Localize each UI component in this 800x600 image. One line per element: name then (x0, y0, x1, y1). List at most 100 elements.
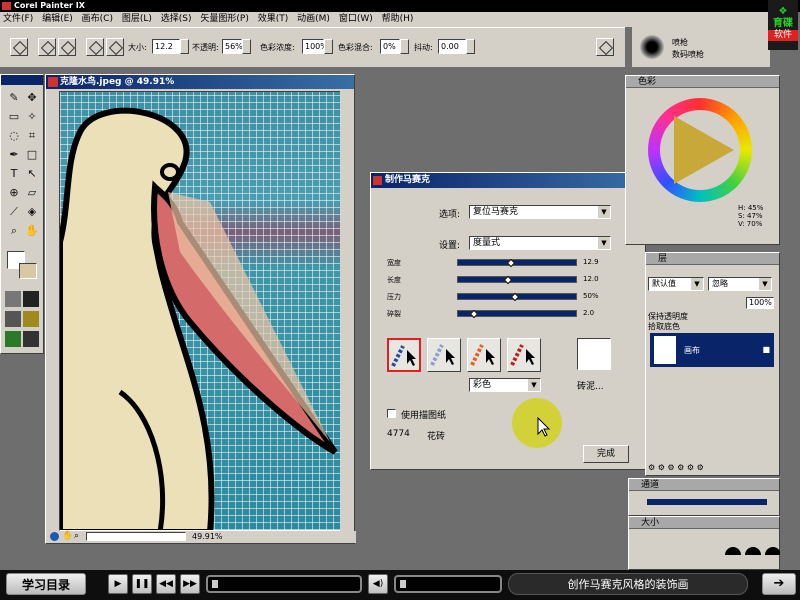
dropper-icon[interactable]: ⟋ (5, 203, 23, 221)
use-tracing-checkbox[interactable] (387, 409, 396, 418)
menu-window[interactable]: 窗口(W) (336, 12, 376, 27)
size-spinner[interactable] (180, 39, 189, 54)
layer-row[interactable]: 画布 ■ (650, 333, 774, 367)
lock-icon[interactable]: ■ (762, 345, 770, 354)
composite-method-select[interactable]: 默认值 ▼ (648, 277, 704, 291)
lasso-icon[interactable]: ◌ (5, 127, 23, 145)
jitter-field[interactable]: 0.00 (438, 39, 466, 54)
options-select[interactable]: 复位马赛克 ▼ (469, 205, 611, 219)
eraser-icon[interactable]: ▱ (23, 184, 41, 202)
next-lesson-button[interactable]: ➔ (762, 573, 796, 595)
change-color-button[interactable] (467, 338, 501, 372)
channels-panel-title[interactable]: 通道 (629, 479, 779, 491)
pause-icon[interactable]: ❚❚ (132, 574, 152, 594)
zoom-slider[interactable] (86, 532, 186, 541)
document-vscroll[interactable] (340, 91, 352, 531)
layers-panel-title[interactable]: 层 (646, 253, 779, 265)
menu-help[interactable]: 帮助(H) (379, 12, 417, 27)
shape-icon[interactable]: □ (23, 146, 41, 164)
rewind-icon[interactable]: ◀◀ (156, 574, 176, 594)
apply-tiles-button[interactable] (387, 338, 421, 372)
paper-selector-icon[interactable] (5, 291, 21, 307)
size-field[interactable]: 12.2 (152, 39, 180, 54)
pressure-slider[interactable] (457, 292, 577, 302)
brush-selector[interactable]: 喷枪 数码喷枪 (632, 27, 770, 67)
done-button[interactable]: 完成 (583, 445, 629, 463)
menu-movie[interactable]: 动画(M) (294, 12, 333, 27)
weaving-selector-icon[interactable] (23, 311, 39, 327)
menu-select[interactable]: 选择(S) (158, 12, 195, 27)
grabber-icon[interactable]: ✋ (23, 222, 41, 240)
grout-color-preview[interactable] (577, 338, 611, 370)
slider-knob[interactable] (470, 309, 479, 319)
fast-forward-icon[interactable]: ▶▶ (180, 574, 200, 594)
slider-knob[interactable] (503, 275, 513, 285)
size-panel-title[interactable]: 大小 (629, 517, 779, 529)
settings-select[interactable]: 度量式 ▼ (469, 236, 611, 250)
text-icon[interactable]: T (5, 165, 23, 183)
slider-knob[interactable] (510, 292, 519, 302)
rect-select-icon[interactable]: ▭ (5, 108, 23, 126)
color-mode-select[interactable]: 彩色 ▼ (469, 378, 541, 392)
magnifier-icon[interactable]: ⌕ (5, 222, 23, 240)
opacity-spinner[interactable] (242, 39, 251, 54)
menu-effects[interactable]: 效果(T) (255, 12, 292, 27)
additional-color-swatch[interactable] (19, 263, 37, 279)
layer-command-icon[interactable]: ⚙ ⚙ ⚙ ⚙ ⚙ ⚙ (648, 463, 704, 472)
layer-opacity-field[interactable]: 100% (746, 297, 774, 309)
brush-profile-icon[interactable] (765, 547, 781, 555)
brush-method-icon[interactable] (58, 38, 76, 56)
brush-tool-icon[interactable] (10, 38, 28, 56)
gradient-selector-icon[interactable] (23, 291, 39, 307)
navigator-icon[interactable] (50, 532, 59, 541)
cloner-icon[interactable]: ⊕ (5, 184, 23, 202)
select-tiles-button[interactable] (507, 338, 541, 372)
menu-canvas[interactable]: 画布(C) (79, 12, 116, 27)
menu-file[interactable]: 文件(F) (0, 12, 36, 27)
resat-spinner[interactable] (324, 39, 333, 54)
shape-select-icon[interactable]: ↖ (23, 165, 41, 183)
grabber-small-icon[interactable]: ✋ (62, 531, 73, 541)
remove-tiles-button[interactable] (427, 338, 461, 372)
canvas[interactable] (59, 91, 341, 531)
pick-up-color-label[interactable]: 拾取底色 (648, 321, 680, 332)
color-panel-title[interactable]: 色彩 (626, 76, 779, 88)
brush-profile-icon[interactable] (745, 547, 761, 555)
jitter-spinner[interactable] (466, 39, 475, 54)
saturation-triangle[interactable] (674, 116, 734, 184)
paint-bucket-icon[interactable]: ◈ (23, 203, 41, 221)
brush-profile-icon[interactable] (725, 547, 741, 555)
slider-knob[interactable] (507, 258, 516, 268)
stroke-type-2-icon[interactable] (106, 38, 124, 56)
composite-depth-select[interactable]: 忽略 ▼ (708, 277, 772, 291)
brush-icon[interactable]: ✎ (5, 89, 23, 107)
pattern-selector-icon[interactable] (5, 311, 21, 327)
volume-thumb[interactable] (400, 580, 406, 588)
bleed-field[interactable]: 0% (380, 39, 400, 54)
play-icon[interactable]: ▶ (108, 574, 128, 594)
opacity-field[interactable]: 56% (222, 39, 243, 54)
grout-slider[interactable] (457, 309, 577, 319)
bleed-spinner[interactable] (400, 39, 409, 54)
pen-icon[interactable]: ✒ (5, 146, 23, 164)
brush-selector-icon[interactable] (596, 38, 614, 56)
channel-row[interactable] (647, 499, 767, 505)
menu-layers[interactable]: 图层(L) (119, 12, 155, 27)
grout-color-label[interactable]: 砖泥... (577, 379, 604, 392)
move-icon[interactable]: ✥ (23, 89, 41, 107)
table-of-contents-button[interactable]: 学习目录 (6, 573, 86, 595)
zoom-small-icon[interactable]: ⌕ (74, 531, 79, 541)
stroke-type-icon[interactable] (86, 38, 104, 56)
nozzle-selector-icon[interactable] (5, 331, 21, 347)
width-slider[interactable] (457, 258, 577, 268)
resat-field[interactable]: 100% (302, 39, 328, 54)
progress-thumb[interactable] (212, 580, 218, 588)
length-slider[interactable] (457, 275, 577, 285)
menu-shapes[interactable]: 矢量图形(P) (197, 12, 251, 27)
look-selector-icon[interactable] (23, 331, 39, 347)
crop-icon[interactable]: ⌗ (23, 127, 41, 145)
volume-icon[interactable]: ◀) (368, 574, 388, 594)
brush-variant-icon[interactable] (38, 38, 56, 56)
menu-edit[interactable]: 编辑(E) (39, 12, 76, 27)
volume-track[interactable] (394, 575, 502, 593)
